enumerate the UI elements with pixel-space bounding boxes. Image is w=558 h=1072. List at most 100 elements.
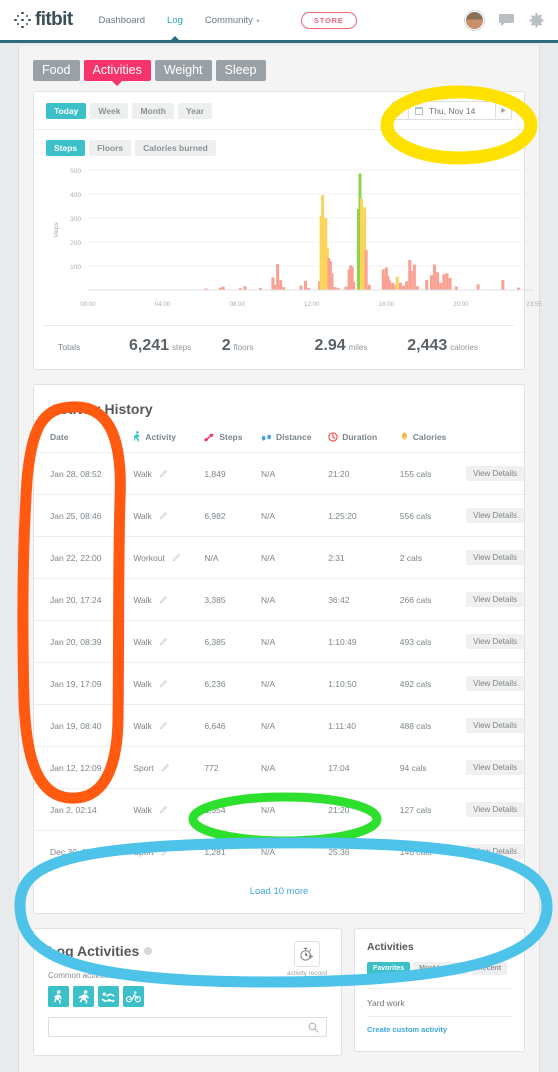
view-details-button[interactable]: View Details (466, 676, 524, 691)
total-steps-unit: steps (172, 343, 192, 352)
activity-history-card: Activity History Date Activity Steps Dis… (33, 384, 525, 914)
cell-activity: Walk (133, 452, 205, 495)
log-subtabs: Food Activities Weight Sleep (19, 46, 539, 91)
metric-steps[interactable]: Steps (46, 140, 86, 156)
store-button[interactable]: STORE (300, 11, 357, 29)
subtab-food[interactable]: Food (33, 60, 80, 81)
create-custom-activity-link[interactable]: Create custom activity (367, 1025, 447, 1034)
cell-actions: View Details (466, 704, 524, 747)
walk-icon[interactable] (48, 986, 69, 1007)
edit-pencil-icon[interactable] (161, 847, 169, 856)
run-icon[interactable] (73, 986, 94, 1007)
subtab-weight[interactable]: Weight (154, 60, 212, 81)
log-activities-title-text: Log Activities (48, 943, 140, 959)
table-row: Jan 2, 02:14 Walk 1,354 N/A 21:20 127 cals Vie… (34, 788, 524, 831)
bike-icon[interactable] (123, 986, 144, 1007)
edit-pencil-icon[interactable] (159, 469, 167, 478)
range-week[interactable]: Week (90, 102, 129, 119)
cell-steps: 1,281 (204, 830, 261, 872)
col-header-duration[interactable]: Duration (328, 427, 400, 453)
common-activity-icons (48, 986, 327, 1007)
metric-calories[interactable]: Calories burned (135, 140, 216, 156)
subtab-sleep[interactable]: Sleep (215, 60, 266, 81)
info-icon[interactable] (144, 947, 153, 955)
table-row: Jan 19, 17:09 Walk 6,236 N/A 1:10:50 492 cals… (34, 662, 524, 705)
edit-pencil-icon[interactable] (161, 763, 169, 772)
view-details-button[interactable]: View Details (466, 592, 524, 607)
load-more-button[interactable]: Load 10 more (34, 872, 524, 913)
date-field[interactable]: Thu, Nov 14 (409, 101, 495, 120)
svg-text:500: 500 (70, 168, 81, 175)
fitbit-logo[interactable]: fitbit (14, 9, 73, 31)
col-header-date-label: Date (50, 431, 69, 442)
activity-record-button[interactable]: activity record (287, 941, 327, 977)
tab-most-logged[interactable]: Most Logged (413, 962, 469, 975)
activity-history-title: Activity History (50, 401, 153, 417)
metric-floors[interactable]: Floors (89, 140, 132, 156)
view-details-button[interactable]: View Details (466, 718, 524, 733)
col-header-distance-label: Distance (276, 431, 312, 442)
cell-duration: 1:11:40 (328, 704, 400, 747)
activity-search-box[interactable] (48, 1017, 327, 1037)
cell-duration: 2:31 (328, 536, 400, 579)
tab-recent[interactable]: Recent (471, 962, 508, 975)
edit-pencil-icon[interactable] (159, 721, 167, 730)
date-next-button[interactable]: ▶ (495, 101, 512, 120)
col-header-activity[interactable]: Activity (133, 427, 204, 453)
col-header-distance[interactable]: Distance (261, 427, 328, 453)
chart-card: Today Week Month Year ◀ Thu, Nov 14 ▶ St… (33, 91, 542, 370)
range-month[interactable]: Month (132, 102, 174, 119)
nav-link-dashboard[interactable]: Dashboard (99, 15, 145, 26)
cell-distance: N/A (261, 830, 329, 872)
cell-date: Jan 20, 17:24 (34, 578, 134, 621)
cell-activity: Sport (133, 746, 205, 789)
view-details-button[interactable]: View Details (466, 760, 524, 775)
search-icon[interactable] (308, 1022, 319, 1033)
cell-duration: 1:10:50 (328, 662, 400, 705)
date-prev-button[interactable]: ◀ (392, 101, 409, 120)
edit-pencil-icon[interactable] (159, 805, 167, 814)
edit-pencil-icon[interactable] (159, 595, 167, 604)
swim-icon[interactable] (98, 986, 119, 1007)
cell-steps: 3,385 (204, 578, 261, 621)
avatar[interactable] (465, 10, 484, 30)
view-details-button[interactable]: View Details (466, 550, 524, 565)
cell-actions: View Details (466, 578, 524, 621)
tab-favorites[interactable]: Favorites (367, 962, 411, 975)
col-header-date[interactable]: Date (34, 427, 133, 453)
view-details-button[interactable]: View Details (466, 466, 524, 481)
cell-duration: 1:10:49 (328, 620, 400, 663)
edit-pencil-icon[interactable] (159, 679, 167, 688)
svg-text:04:00: 04:00 (155, 301, 171, 308)
view-details-button[interactable]: View Details (466, 634, 524, 649)
bottom-section: Log Activities Common activities activit… (33, 928, 525, 1056)
nav-link-community[interactable]: Community ▼ (205, 15, 261, 26)
col-header-calories[interactable]: Calories (400, 427, 466, 453)
cell-distance: N/A (261, 704, 329, 747)
chat-icon[interactable] (499, 13, 514, 27)
total-miles: 2.94 miles (314, 337, 407, 355)
totals-label: Totals (58, 342, 81, 352)
range-year[interactable]: Year (177, 102, 212, 119)
gear-icon[interactable] (529, 12, 544, 28)
view-details-button[interactable]: View Details (466, 844, 524, 859)
cell-distance: N/A (261, 788, 329, 831)
total-calories: 2,443 calories (407, 337, 500, 355)
edit-pencil-icon[interactable] (159, 511, 167, 520)
cell-actions: View Details (466, 452, 524, 495)
edit-pencil-icon[interactable] (159, 637, 167, 646)
activity-search-input[interactable] (56, 1022, 308, 1032)
range-today[interactable]: Today (46, 102, 87, 119)
nav-link-log[interactable]: Log (167, 15, 183, 26)
activity-item-yard-work[interactable]: Yard work (367, 988, 512, 1017)
view-details-button[interactable]: View Details (466, 508, 524, 523)
cell-steps: 772 (204, 746, 261, 789)
cell-activity: Walk (133, 578, 205, 621)
edit-pencil-icon[interactable] (172, 553, 180, 562)
subtab-activities[interactable]: Activities (83, 60, 151, 81)
col-header-steps[interactable]: Steps (204, 427, 261, 453)
view-details-button[interactable]: View Details (466, 802, 524, 817)
totals-row: Totals 6,241 steps 2 floors 2.94 miles 2… (44, 325, 514, 369)
cell-steps: N/A (204, 536, 261, 579)
activities-panel-tabs: Favorites Most Logged Recent (367, 962, 512, 975)
